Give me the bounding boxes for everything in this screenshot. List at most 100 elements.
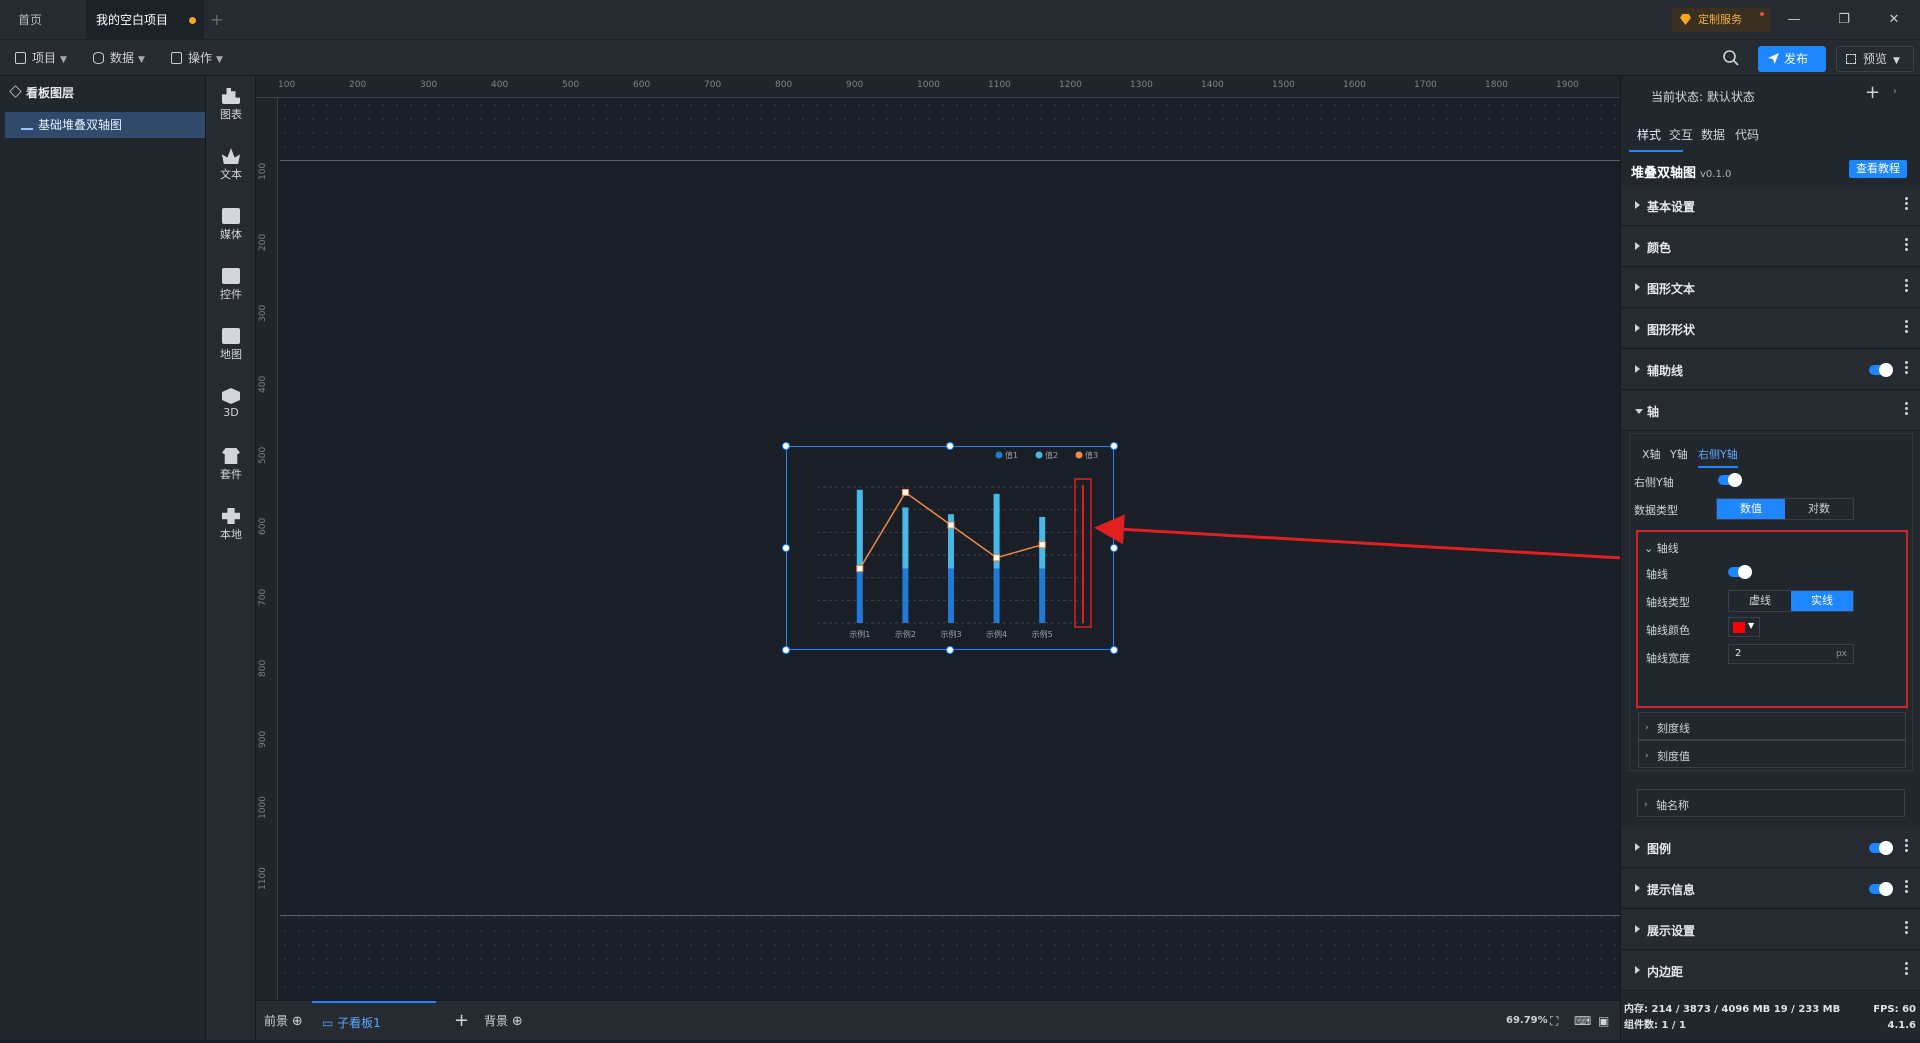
add-state-icon[interactable]: +	[1865, 82, 1880, 103]
close-icon[interactable]: ✕	[1884, 10, 1904, 30]
add-board-icon[interactable]: +	[454, 1001, 469, 1041]
axis-tab-x[interactable]: X轴	[1642, 446, 1661, 462]
preview-button[interactable]: 预览 ▼	[1836, 46, 1914, 72]
section-guideline[interactable]: 辅助线	[1621, 350, 1920, 390]
tab-code[interactable]: 代码	[1735, 126, 1759, 143]
subsection-tick-line[interactable]: › 刻度线	[1638, 712, 1906, 740]
data-type-log[interactable]: 对数	[1785, 499, 1853, 519]
ruler-tick: 500	[258, 446, 268, 464]
fit-screen-icon[interactable]: ⛶	[1550, 1001, 1558, 1041]
comp-chart[interactable]: 图表	[206, 80, 256, 130]
section-basic[interactable]: 基本设置	[1621, 186, 1920, 226]
zoom-level[interactable]: 69.79%	[1506, 1001, 1548, 1041]
line-color-picker[interactable]: ▼	[1728, 617, 1760, 637]
section-axis[interactable]: 轴	[1621, 391, 1920, 431]
more-icon[interactable]	[1905, 237, 1909, 253]
caret-right-icon	[1635, 884, 1640, 892]
more-icon[interactable]	[1905, 278, 1909, 294]
tab-interaction[interactable]: 交互	[1669, 126, 1693, 143]
line-width-input[interactable]: 2 px	[1728, 644, 1854, 664]
more-icon[interactable]	[1905, 838, 1909, 854]
line-type-solid[interactable]: 实线	[1791, 591, 1853, 611]
resize-handle[interactable]	[1110, 544, 1118, 552]
guideline-toggle[interactable]	[1869, 363, 1893, 377]
subsection-tick-value[interactable]: › 刻度值	[1638, 740, 1906, 768]
line-color-label: 轴线颜色	[1646, 624, 1690, 637]
comp-text[interactable]: 文本	[206, 140, 256, 190]
publish-button[interactable]: 发布	[1758, 46, 1826, 72]
more-icon[interactable]	[1905, 961, 1909, 977]
section-legend[interactable]: 图例	[1621, 828, 1920, 868]
axis-tab-right-y[interactable]: 右侧Y轴	[1698, 446, 1738, 468]
layer-item[interactable]: 基础堆叠双轴图	[5, 112, 205, 138]
tab-project[interactable]: 我的空白项目	[86, 0, 204, 40]
comp-label: 地图	[220, 348, 242, 361]
section-label: 基本设置	[1647, 200, 1696, 214]
resize-handle[interactable]	[946, 442, 954, 450]
comp-local[interactable]: 本地	[206, 500, 256, 550]
chevron-right-icon[interactable]: ›	[1893, 86, 1897, 97]
data-type-switch[interactable]: 数值 对数	[1716, 498, 1854, 520]
legend-toggle[interactable]	[1869, 841, 1893, 855]
more-icon[interactable]	[1905, 879, 1909, 895]
ruler-tick: 300	[258, 304, 268, 322]
section-shape[interactable]: 图形形状	[1621, 309, 1920, 349]
resize-handle[interactable]	[782, 646, 790, 654]
comp-kit[interactable]: 套件	[206, 440, 256, 490]
tab-style[interactable]: 样式	[1637, 126, 1661, 143]
section-tooltip[interactable]: 提示信息	[1621, 869, 1920, 909]
add-circle-icon[interactable]: ⊕	[512, 1014, 523, 1029]
resize-handle[interactable]	[782, 544, 790, 552]
tab-home[interactable]: 首页	[18, 0, 68, 40]
comp-control[interactable]: 控件	[206, 260, 256, 310]
resize-handle[interactable]	[1110, 646, 1118, 654]
comp-label: 本地	[220, 528, 242, 541]
tutorial-button[interactable]: 查看教程	[1849, 160, 1907, 178]
comp-3d[interactable]: 3D	[206, 380, 256, 430]
menu-data[interactable]: 数据 ▼	[90, 46, 145, 70]
axisline-title[interactable]: ⌄ 轴线	[1644, 540, 1679, 556]
comp-media[interactable]: 媒体	[206, 200, 256, 250]
section-shape-text[interactable]: 图形文本	[1621, 268, 1920, 308]
terminal-icon[interactable]: ▣	[1598, 1001, 1609, 1041]
x-tick-label: 示例5	[1032, 629, 1053, 639]
more-icon[interactable]	[1905, 920, 1909, 936]
keyboard-icon[interactable]: ⌨	[1574, 1001, 1591, 1041]
more-icon[interactable]	[1905, 360, 1909, 376]
add-tab-icon[interactable]: +	[210, 0, 223, 40]
chevron-down-icon: ▼	[138, 55, 145, 65]
menu-operate[interactable]: 操作 ▼	[168, 46, 223, 70]
minimize-icon[interactable]: —	[1784, 10, 1804, 30]
more-icon[interactable]	[1905, 196, 1909, 212]
more-icon[interactable]	[1905, 319, 1909, 335]
custom-service-button[interactable]: 定制服务	[1672, 8, 1770, 32]
tab-foreground[interactable]: 前景 ⊕	[264, 1001, 303, 1041]
axis-tab-y[interactable]: Y轴	[1670, 446, 1688, 462]
comp-map[interactable]: 地图	[206, 320, 256, 370]
resize-handle[interactable]	[1110, 442, 1118, 450]
ruler-tick: 1600	[1343, 80, 1366, 90]
add-circle-icon[interactable]: ⊕	[292, 1014, 303, 1029]
line-type-switch[interactable]: 虚线 实线	[1728, 590, 1854, 612]
section-display[interactable]: 展示设置	[1621, 910, 1920, 950]
more-icon[interactable]	[1905, 401, 1909, 417]
tab-subboard[interactable]: ▭ 子看板1	[312, 1001, 436, 1041]
line-type-dashed[interactable]: 虚线	[1729, 591, 1791, 611]
menu-project[interactable]: 项目 ▼	[12, 46, 67, 70]
section-color[interactable]: 颜色	[1621, 227, 1920, 267]
tab-data[interactable]: 数据	[1701, 126, 1725, 143]
section-padding[interactable]: 内边距	[1621, 951, 1920, 991]
stacked-dual-axis-chart[interactable]: 示例1 示例2 示例3 示例4 示例5 值1 值2 值3	[782, 442, 1118, 654]
search-icon[interactable]	[1722, 49, 1740, 67]
data-type-numeric[interactable]: 数值	[1717, 499, 1785, 519]
axisline-toggle[interactable]	[1728, 565, 1752, 579]
tooltip-toggle[interactable]	[1869, 882, 1893, 896]
restore-icon[interactable]: ❐	[1834, 10, 1854, 30]
resize-handle[interactable]	[946, 646, 954, 654]
notify-dot-icon	[1760, 12, 1764, 16]
tab-background[interactable]: 背景 ⊕	[484, 1001, 523, 1041]
layers-panel: 看板图层 基础堆叠双轴图	[0, 76, 206, 1040]
resize-handle[interactable]	[782, 442, 790, 450]
subsection-axis-name[interactable]: › 轴名称	[1637, 789, 1905, 817]
right-y-toggle[interactable]	[1718, 473, 1742, 487]
